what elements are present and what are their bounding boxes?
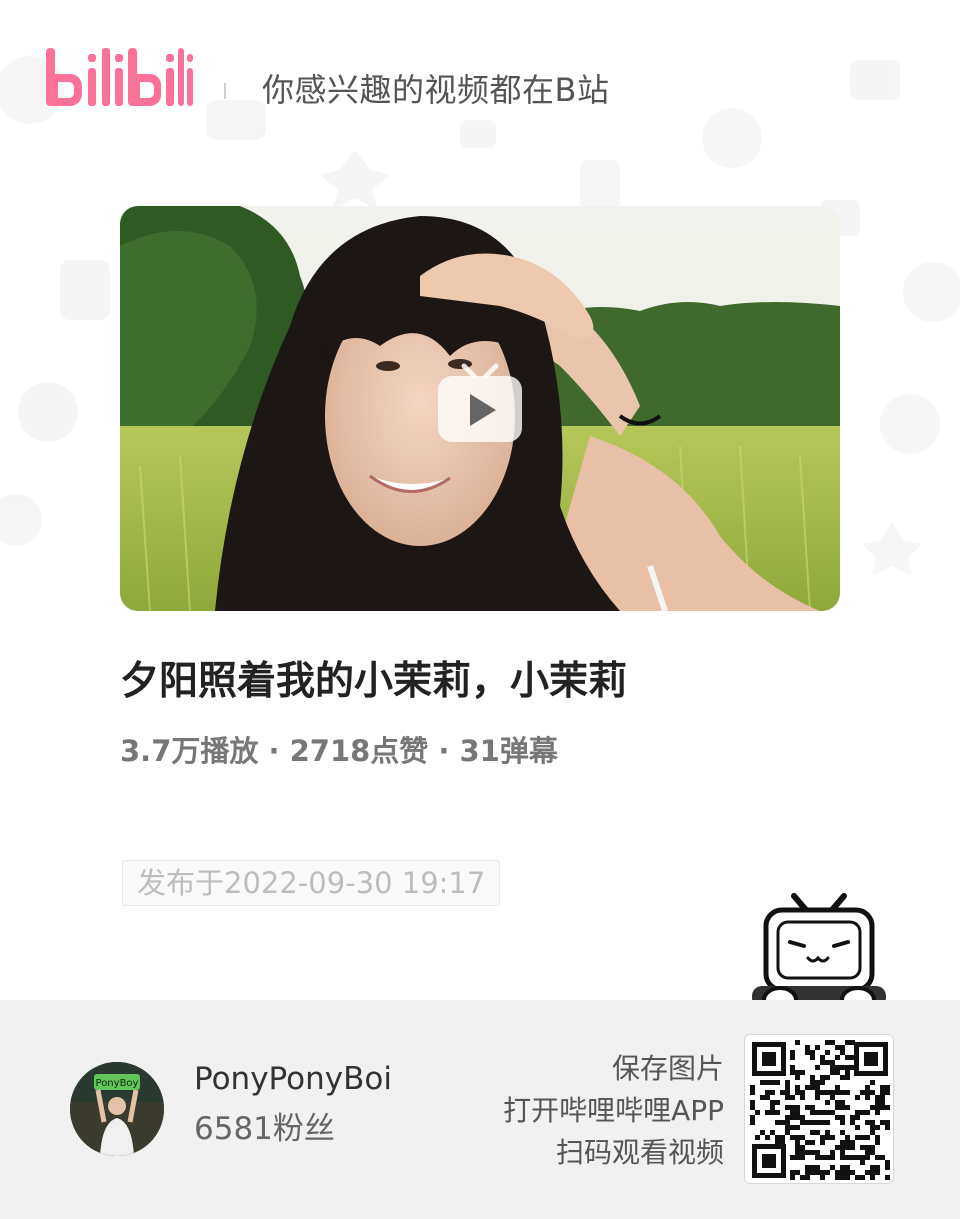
header-slogan: 你感兴趣的视频都在B站	[262, 71, 610, 109]
tv-mascot-icon	[752, 893, 886, 1014]
uploader-avatar[interactable]: PonyBoy	[70, 1062, 164, 1156]
publish-time: 发布于2022-09-30 19:17	[122, 860, 501, 906]
video-stats: 3.7万播放 · 2718点赞 · 31弹幕	[120, 734, 558, 768]
play-icon[interactable]	[436, 362, 524, 446]
qr-hints: 保存图片 打开哔哩哔哩APP 扫码观看视频	[503, 1048, 724, 1174]
save-image-hint: 保存图片	[611, 1052, 724, 1085]
qr-code[interactable]	[744, 1034, 894, 1184]
avatar-sign-text: PonyBoy	[96, 1078, 139, 1089]
bilibili-logo	[46, 48, 193, 106]
scan-to-watch-hint: 扫码观看视频	[555, 1136, 724, 1169]
qr-code-icon	[750, 1040, 890, 1180]
open-app-hint: 打开哔哩哔哩APP	[503, 1094, 724, 1127]
avatar-image: PonyBoy	[70, 1062, 164, 1156]
header-divider	[224, 83, 226, 99]
video-title: 夕阳照着我的小茉莉，小茉莉	[120, 659, 628, 704]
uploader-name[interactable]: PonyPonyBoi	[194, 1058, 392, 1100]
uploader-fans: 6581粉丝	[194, 1111, 335, 1147]
